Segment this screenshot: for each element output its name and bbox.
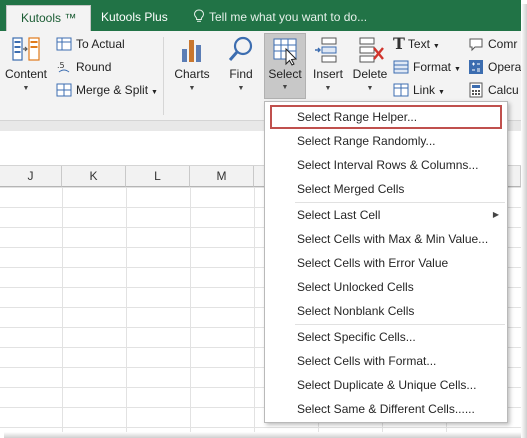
select-label: Select (268, 67, 302, 81)
magnifier-icon (228, 36, 253, 61)
insert-label: Insert (312, 67, 343, 81)
ribbon-tab-bar: Kutools ™ Kutools Plus Tell me what you … (0, 0, 521, 31)
calculator-label: Calcu (488, 83, 519, 97)
insert-button[interactable]: Insert ▼ (308, 35, 348, 92)
tab-kutools-plus[interactable]: Kutools Plus (101, 5, 168, 31)
column-header-m[interactable]: M (190, 166, 254, 187)
text-label: Text (407, 37, 430, 51)
menu-item-select-merged-cells[interactable]: Select Merged Cells (265, 177, 507, 201)
find-button[interactable]: Find ▼ (222, 35, 260, 92)
comment-label: Comr (488, 37, 518, 51)
chevron-down-icon: ▼ (432, 43, 440, 50)
column-header-j[interactable]: J (0, 166, 62, 187)
menu-item-select-interval-rows-columns[interactable]: Select Interval Rows & Columns... (265, 153, 507, 177)
chevron-down-icon: ▼ (237, 85, 245, 92)
chevron-down-icon: ▼ (438, 89, 445, 96)
excel-window: Kutools ™ Kutools Plus Tell me what you … (0, 0, 527, 438)
grid-line (254, 187, 255, 432)
lightbulb-icon (193, 9, 205, 22)
select-dropdown-menu: Select Range Helper... Select Range Rand… (264, 101, 508, 423)
menu-item-select-same-different[interactable]: Select Same & Different Cells...... (265, 397, 507, 421)
comment-button[interactable]: Comr (468, 34, 517, 54)
format-label: Format (413, 60, 452, 74)
delete-button[interactable]: Delete ▼ (350, 35, 390, 92)
chevron-down-icon: ▼ (454, 66, 461, 73)
menu-item-select-specific-cells[interactable]: Select Specific Cells... (265, 325, 507, 349)
column-header-l[interactable]: L (126, 166, 190, 187)
svg-text:.5: .5 (57, 61, 65, 70)
merge-split-label: Merge & Split (76, 83, 149, 97)
format-icon (393, 60, 409, 74)
round-button[interactable]: .5 Round (56, 57, 111, 77)
insert-icon (315, 37, 337, 63)
text-button[interactable]: T Text ▼ (393, 34, 440, 54)
grid-line (126, 187, 127, 432)
charts-button[interactable]: Charts ▼ (170, 35, 214, 92)
delete-icon (359, 37, 384, 63)
operation-icon (469, 60, 483, 74)
tab-kutools[interactable]: Kutools ™ (6, 5, 92, 31)
calculator-icon (469, 82, 483, 98)
select-button[interactable]: Select ▼ (264, 33, 306, 99)
merge-split-button[interactable]: Merge & Split ▼ (56, 80, 158, 100)
chevron-down-icon: ▼ (281, 84, 289, 91)
select-cursor-icon (273, 38, 298, 66)
to-actual-button[interactable]: To Actual (56, 34, 125, 54)
text-t-icon: T (393, 34, 405, 53)
group-separator (163, 37, 164, 115)
merge-split-icon (56, 83, 72, 97)
menu-item-select-cells-error-value[interactable]: Select Cells with Error Value (265, 251, 507, 275)
chevron-down-icon: ▼ (324, 85, 332, 92)
to-actual-label: To Actual (76, 37, 125, 51)
operation-button[interactable]: Opera (468, 57, 521, 77)
round-icon: .5 (57, 61, 70, 73)
chevron-down-icon: ▼ (22, 85, 30, 92)
menu-item-select-range-randomly[interactable]: Select Range Randomly... (265, 129, 507, 153)
chevron-down-icon: ▼ (151, 89, 158, 96)
column-header-k[interactable]: K (62, 166, 126, 187)
tell-me-box[interactable]: Tell me what you want to do... (193, 5, 367, 29)
chevron-down-icon: ▼ (188, 85, 196, 92)
tell-me-text: Tell me what you want to do... (209, 10, 368, 24)
grid-line (62, 187, 63, 432)
link-icon (393, 83, 409, 97)
menu-item-select-last-cell[interactable]: Select Last Cell ▶ (265, 203, 507, 227)
charts-label: Charts (174, 67, 210, 81)
menu-item-select-cells-max-min[interactable]: Select Cells with Max & Min Value... (265, 227, 507, 251)
round-label: Round (76, 60, 112, 74)
link-label: Link (413, 83, 436, 97)
delete-label: Delete (352, 67, 388, 81)
format-button[interactable]: Format ▼ (393, 57, 461, 77)
link-button[interactable]: Link ▼ (393, 80, 445, 100)
content-button[interactable]: Content ▼ (4, 35, 48, 92)
comment-icon (469, 38, 483, 52)
bar-chart-icon (182, 40, 201, 62)
menu-item-select-unlocked-cells[interactable]: Select Unlocked Cells (265, 275, 507, 299)
menu-item-select-cells-with-format[interactable]: Select Cells with Format... (265, 349, 507, 373)
operation-label: Opera (488, 60, 522, 74)
grid-line (190, 187, 191, 432)
menu-item-select-nonblank-cells[interactable]: Select Nonblank Cells (265, 299, 507, 323)
calculator-button[interactable]: Calcu (468, 80, 519, 100)
to-actual-icon (56, 37, 72, 51)
find-label: Find (229, 67, 253, 81)
menu-item-select-range-helper[interactable]: Select Range Helper... (270, 105, 502, 129)
chevron-down-icon: ▼ (366, 85, 374, 92)
content-icon (12, 37, 40, 61)
content-label: Content (4, 67, 48, 81)
submenu-arrow-icon: ▶ (492, 210, 499, 219)
menu-item-label: Select Last Cell (297, 208, 381, 222)
menu-item-select-duplicate-unique[interactable]: Select Duplicate & Unique Cells... (265, 373, 507, 397)
